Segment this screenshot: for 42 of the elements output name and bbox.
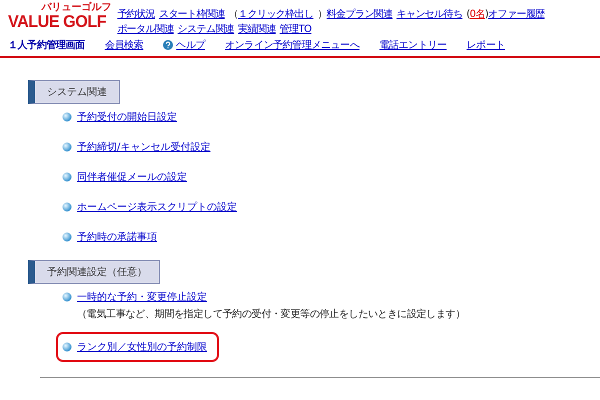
nav-link[interactable]: 料金プラン関連	[326, 7, 393, 21]
nav-link[interactable]: キャンセル待ち	[396, 7, 462, 21]
bullet-icon	[62, 342, 72, 352]
nav-link[interactable]: 予約状況	[117, 7, 155, 21]
settings-link[interactable]: 予約受付の開始日設定	[77, 110, 177, 124]
parenthesis: )	[484, 9, 488, 20]
nav-link[interactable]: オファー履歴	[488, 7, 545, 21]
menu-link[interactable]: オンライン予約管理メニューへ	[225, 38, 360, 52]
settings-link[interactable]: 一時的な予約・変更停止設定	[77, 290, 207, 304]
section-header: 予約関連設定（任意）	[28, 260, 160, 284]
bullet-icon	[62, 202, 72, 212]
item-note: （電気工事など、期間を指定して予約の受付・変更等の停止をしたいときに設定します）	[77, 308, 466, 321]
bullet-icon	[62, 292, 72, 302]
settings-link[interactable]: 予約時の承諾事項	[77, 230, 157, 244]
bullet-icon	[62, 112, 72, 122]
bullet-icon	[62, 232, 72, 242]
help-link[interactable]: ヘルプ	[163, 38, 206, 52]
settings-link[interactable]: 予約締切/キャンセル受付設定	[77, 140, 210, 154]
bullet-icon	[62, 172, 72, 182]
logo-text: VALUE GOLF	[8, 13, 106, 30]
menu-link[interactable]: レポート	[466, 38, 506, 52]
value-golf-logo[interactable]: バリューゴルフ VALUE GOLF	[8, 3, 112, 30]
nav-link[interactable]: 実績関連	[238, 22, 276, 36]
nav-link[interactable]: ポータル関連	[117, 22, 174, 36]
section-header: システム関連	[28, 80, 120, 104]
nav-link[interactable]: スタート枠関連	[158, 7, 225, 21]
parenthesis: (	[466, 9, 470, 20]
settings-link[interactable]: 同伴者催促メールの設定	[77, 170, 187, 184]
settings-link[interactable]: ランク別／女性別の予約制限	[77, 340, 207, 354]
parenthesis: ）	[317, 9, 327, 21]
menu-link[interactable]: 電話エントリー	[379, 38, 447, 52]
settings-link[interactable]: ホームページ表示スクリプトの設定	[77, 200, 237, 214]
menu-link[interactable]: 会員検索	[104, 38, 144, 52]
bullet-icon	[62, 142, 72, 152]
help-icon	[163, 40, 174, 50]
logo-subtitle: バリューゴルフ	[41, 3, 112, 13]
parenthesis: （	[228, 8, 238, 21]
page-title: １人予約管理画面	[8, 38, 85, 52]
nav-link[interactable]: 0名	[470, 7, 485, 21]
nav-link[interactable]: 管理TO	[280, 22, 312, 36]
nav-link[interactable]: １クリック枠出し	[238, 7, 314, 21]
nav-link[interactable]: システム関連	[178, 22, 234, 36]
